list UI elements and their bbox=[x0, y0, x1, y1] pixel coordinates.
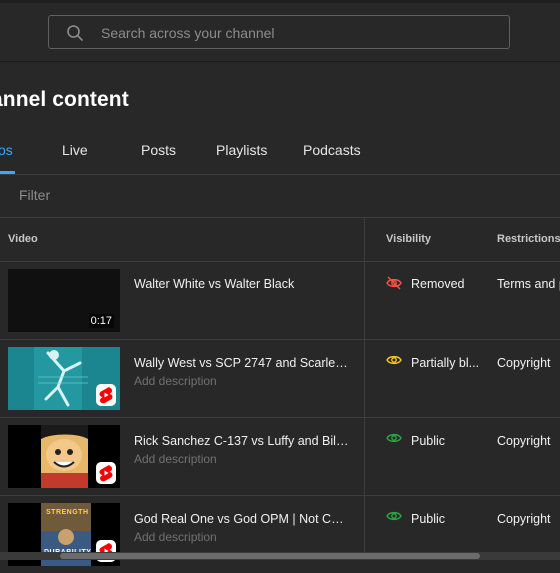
video-title[interactable]: Rick Sanchez C-137 vs Luffy and Bill ... bbox=[134, 434, 350, 448]
shorts-badge bbox=[96, 384, 116, 406]
eye-icon bbox=[386, 511, 402, 521]
visibility-status[interactable]: Partially bl... bbox=[411, 356, 479, 370]
video-description[interactable]: Add description bbox=[134, 452, 217, 466]
shorts-icon bbox=[99, 465, 113, 482]
filter-divider bbox=[0, 217, 560, 218]
video-thumbnail[interactable] bbox=[8, 425, 120, 488]
video-description[interactable]: Add description bbox=[134, 374, 217, 388]
column-header-video[interactable]: Video bbox=[8, 233, 38, 245]
table-row[interactable]: Rick Sanchez C-137 vs Luffy and Bill ...… bbox=[0, 417, 560, 495]
horizontal-scrollbar[interactable] bbox=[0, 552, 560, 560]
visibility-status[interactable]: Public bbox=[411, 512, 445, 526]
column-header-visibility[interactable]: Visibility bbox=[386, 233, 431, 245]
search-icon bbox=[67, 25, 83, 41]
table-row[interactable]: Wally West vs SCP 2747 and Scarlet ... A… bbox=[0, 339, 560, 417]
page-title: annel content bbox=[0, 88, 129, 111]
top-bar: Search across your channel bbox=[0, 0, 560, 62]
video-title[interactable]: Walter White vs Walter Black bbox=[134, 277, 350, 291]
tab-videos[interactable]: os bbox=[0, 142, 13, 158]
column-header-restrictions[interactable]: Restrictions bbox=[497, 233, 560, 245]
video-title[interactable]: God Real One vs God OPM | Not Capi... bbox=[134, 512, 350, 526]
shorts-icon bbox=[99, 387, 113, 404]
filter-input[interactable]: Filter bbox=[19, 187, 50, 203]
tab-podcasts[interactable]: Podcasts bbox=[303, 142, 361, 158]
table-row[interactable]: 0:17 Walter White vs Walter Black Remove… bbox=[0, 261, 560, 339]
restriction-status[interactable]: Terms and p bbox=[497, 277, 560, 291]
eye-icon bbox=[386, 355, 402, 365]
thumbnail-text-strength: STRENGTH bbox=[46, 509, 89, 516]
tab-playlists[interactable]: Playlists bbox=[216, 142, 267, 158]
content-tabs: os Live Posts Playlists Podcasts bbox=[0, 130, 560, 174]
search-box[interactable]: Search across your channel bbox=[48, 15, 510, 49]
search-input[interactable]: Search across your channel bbox=[101, 25, 275, 41]
restriction-status[interactable]: Copyright bbox=[497, 356, 551, 370]
restriction-status[interactable]: Copyright bbox=[497, 512, 551, 526]
restriction-status[interactable]: Copyright bbox=[497, 434, 551, 448]
eye-icon bbox=[386, 433, 402, 443]
visibility-status[interactable]: Removed bbox=[411, 277, 465, 291]
eye-off-icon bbox=[386, 276, 402, 290]
video-duration: 0:17 bbox=[88, 314, 114, 328]
video-description[interactable]: Add description bbox=[134, 530, 217, 544]
video-title[interactable]: Wally West vs SCP 2747 and Scarlet ... bbox=[134, 356, 350, 370]
filter-bar[interactable]: Filter bbox=[0, 175, 560, 217]
tab-posts[interactable]: Posts bbox=[141, 142, 176, 158]
scrollbar-thumb[interactable] bbox=[60, 553, 480, 559]
tab-live[interactable]: Live bbox=[62, 142, 88, 158]
video-thumbnail[interactable]: 0:17 bbox=[8, 269, 120, 332]
visibility-status[interactable]: Public bbox=[411, 434, 445, 448]
video-thumbnail[interactable] bbox=[8, 347, 120, 410]
table-row[interactable]: STRENGTH DURABILITY God Real One vs God … bbox=[0, 495, 560, 573]
shorts-badge bbox=[96, 462, 116, 484]
top-edge bbox=[0, 0, 560, 3]
